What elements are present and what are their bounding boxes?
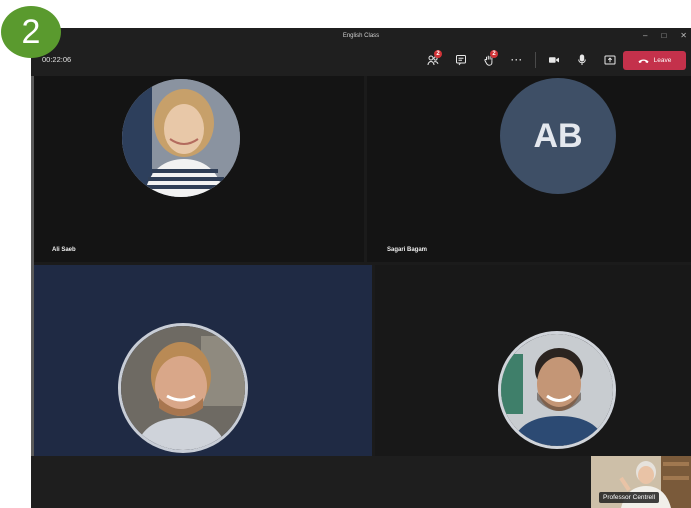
camera-toggle-button[interactable] [540,44,568,76]
self-view-name: Professor Centrell [599,492,660,503]
more-icon: ··· [511,55,523,65]
title-bar: English Class – □ ✕ [31,28,691,44]
self-view-tile[interactable]: Professor Centrell [591,456,691,508]
phone-icon [638,58,649,63]
meeting-window: English Class – □ ✕ 00:22:06 2 2 ··· Lea… [31,28,691,508]
participant-initials: AB [533,116,583,155]
participant-initials-avatar: AB [500,78,616,194]
leave-button[interactable]: Leave [623,51,686,70]
meeting-toolbar: 00:22:06 2 2 ··· Leave [31,44,691,76]
step-number-badge: 2 [1,6,61,58]
raise-hand-button[interactable]: 2 [475,44,503,76]
participant-photo-1 [122,79,240,197]
camera-icon [549,57,559,63]
more-options-button[interactable]: ··· [503,44,531,76]
participant-tile-2[interactable]: AB Sagari Bagam [367,76,691,262]
mic-icon [578,54,586,65]
minimize-button[interactable]: – [643,28,647,44]
participant-name-2: Sagari Bagam [387,247,428,253]
window-controls: – □ ✕ [643,28,687,44]
participants-count-badge: 2 [434,50,442,58]
participant-tile-4[interactable] [375,265,691,456]
close-button[interactable]: ✕ [680,28,687,44]
toolbar-icons: 2 2 ··· [419,44,624,76]
participant-video-3 [118,323,248,453]
chat-button[interactable] [447,44,475,76]
participants-button[interactable]: 2 [419,44,447,76]
participant-photo-3 [121,326,245,450]
leave-label: Leave [653,57,672,64]
participant-tile-3[interactable] [34,265,372,456]
raised-hands-count-badge: 2 [490,50,498,58]
chat-icon [456,55,466,66]
video-grid: Ali Saeb AB Sagari Bagam [31,76,691,456]
window-title: English Class [342,33,380,39]
maximize-button[interactable]: □ [661,28,666,44]
share-icon [604,55,616,65]
toolbar-divider [535,52,536,68]
share-screen-button[interactable] [596,44,624,76]
mic-toggle-button[interactable] [568,44,596,76]
participant-name-1: Ali Saeb [52,247,76,253]
participant-tile-1[interactable]: Ali Saeb [34,76,364,262]
participant-photo-4 [501,334,613,446]
participant-video-4 [498,331,616,449]
participant-video-1 [122,79,240,197]
